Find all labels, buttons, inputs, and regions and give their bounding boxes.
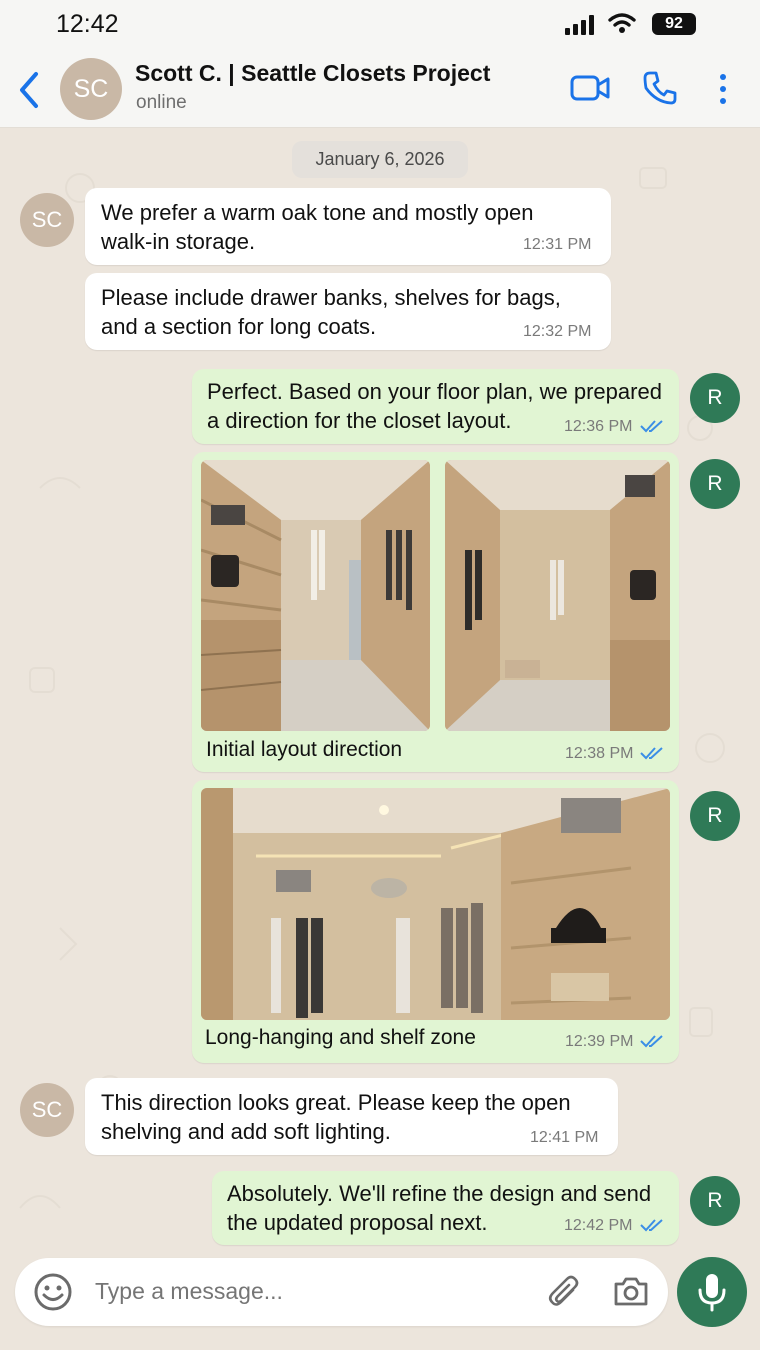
closet-photo-right[interactable] — [445, 460, 670, 731]
read-receipt-icon — [640, 1219, 663, 1232]
sender-avatar[interactable]: SC — [20, 193, 74, 247]
message-time: 12:41 PM — [530, 1129, 599, 1146]
date-separator: January 6, 2026 — [292, 141, 468, 178]
read-receipt-icon — [640, 420, 663, 433]
message-bubble-incoming[interactable]: We prefer a warm oak tone and mostly ope… — [85, 188, 611, 265]
message-text: We prefer a warm oak tone and mostly ope… — [101, 200, 534, 254]
closet-photo-long-hanging[interactable] — [201, 788, 670, 1020]
chat-header: SC Scott C. | Seattle Closets Project on… — [0, 50, 760, 128]
camera-icon[interactable] — [613, 1275, 649, 1307]
my-avatar[interactable]: R — [690, 459, 740, 509]
microphone-button[interactable] — [677, 1257, 747, 1327]
contact-avatar[interactable]: SC — [60, 58, 122, 120]
contact-name[interactable]: Scott C. | Seattle Closets Project — [135, 60, 490, 87]
signal-icon — [565, 15, 594, 35]
image-message-bubble[interactable]: Initial layout direction 12:38 PM — [192, 452, 679, 772]
message-composer — [15, 1258, 668, 1326]
battery-indicator: 92 — [652, 13, 696, 35]
my-avatar[interactable]: R — [690, 791, 740, 841]
message-bubble-outgoing[interactable]: Absolutely. We'll refine the design and … — [212, 1171, 679, 1245]
emoji-icon[interactable] — [33, 1272, 73, 1312]
message-bubble-outgoing[interactable]: Perfect. Based on your floor plan, we pr… — [192, 369, 679, 444]
message-time: 12:36 PM — [564, 418, 633, 435]
image-caption: Initial layout direction — [206, 738, 403, 761]
message-time: 12:38 PM — [565, 745, 634, 762]
read-receipt-icon — [640, 747, 663, 760]
my-avatar[interactable]: R — [690, 1176, 740, 1226]
message-bubble-incoming[interactable]: This direction looks great. Please keep … — [85, 1078, 618, 1155]
phone-call-icon[interactable] — [642, 70, 678, 106]
message-text: Please include drawer banks, shelves for… — [101, 285, 561, 339]
more-options-icon[interactable] — [716, 72, 730, 106]
read-receipt-icon — [640, 1035, 663, 1048]
message-time: 12:32 PM — [523, 323, 592, 340]
image-message-bubble[interactable]: Long-hanging and shelf zone 12:39 PM — [192, 780, 679, 1063]
microphone-icon — [698, 1274, 726, 1312]
video-call-icon[interactable] — [570, 74, 610, 102]
wifi-icon — [608, 13, 636, 33]
status-bar: 12:42 92 — [0, 0, 760, 50]
message-time: 12:39 PM — [565, 1033, 634, 1050]
my-avatar[interactable]: R — [690, 373, 740, 423]
closet-photo-left[interactable] — [201, 460, 430, 731]
message-input[interactable] — [95, 1278, 515, 1305]
sender-avatar[interactable]: SC — [20, 1083, 74, 1137]
message-time: 12:31 PM — [523, 236, 592, 253]
message-bubble-incoming[interactable]: Please include drawer banks, shelves for… — [85, 273, 611, 350]
back-arrow-icon[interactable] — [14, 70, 44, 110]
contact-status: online — [136, 92, 187, 113]
attachment-icon[interactable] — [547, 1274, 581, 1312]
status-time: 12:42 — [56, 10, 119, 38]
image-caption: Long-hanging and shelf zone — [205, 1026, 476, 1049]
message-time: 12:42 PM — [564, 1217, 633, 1234]
